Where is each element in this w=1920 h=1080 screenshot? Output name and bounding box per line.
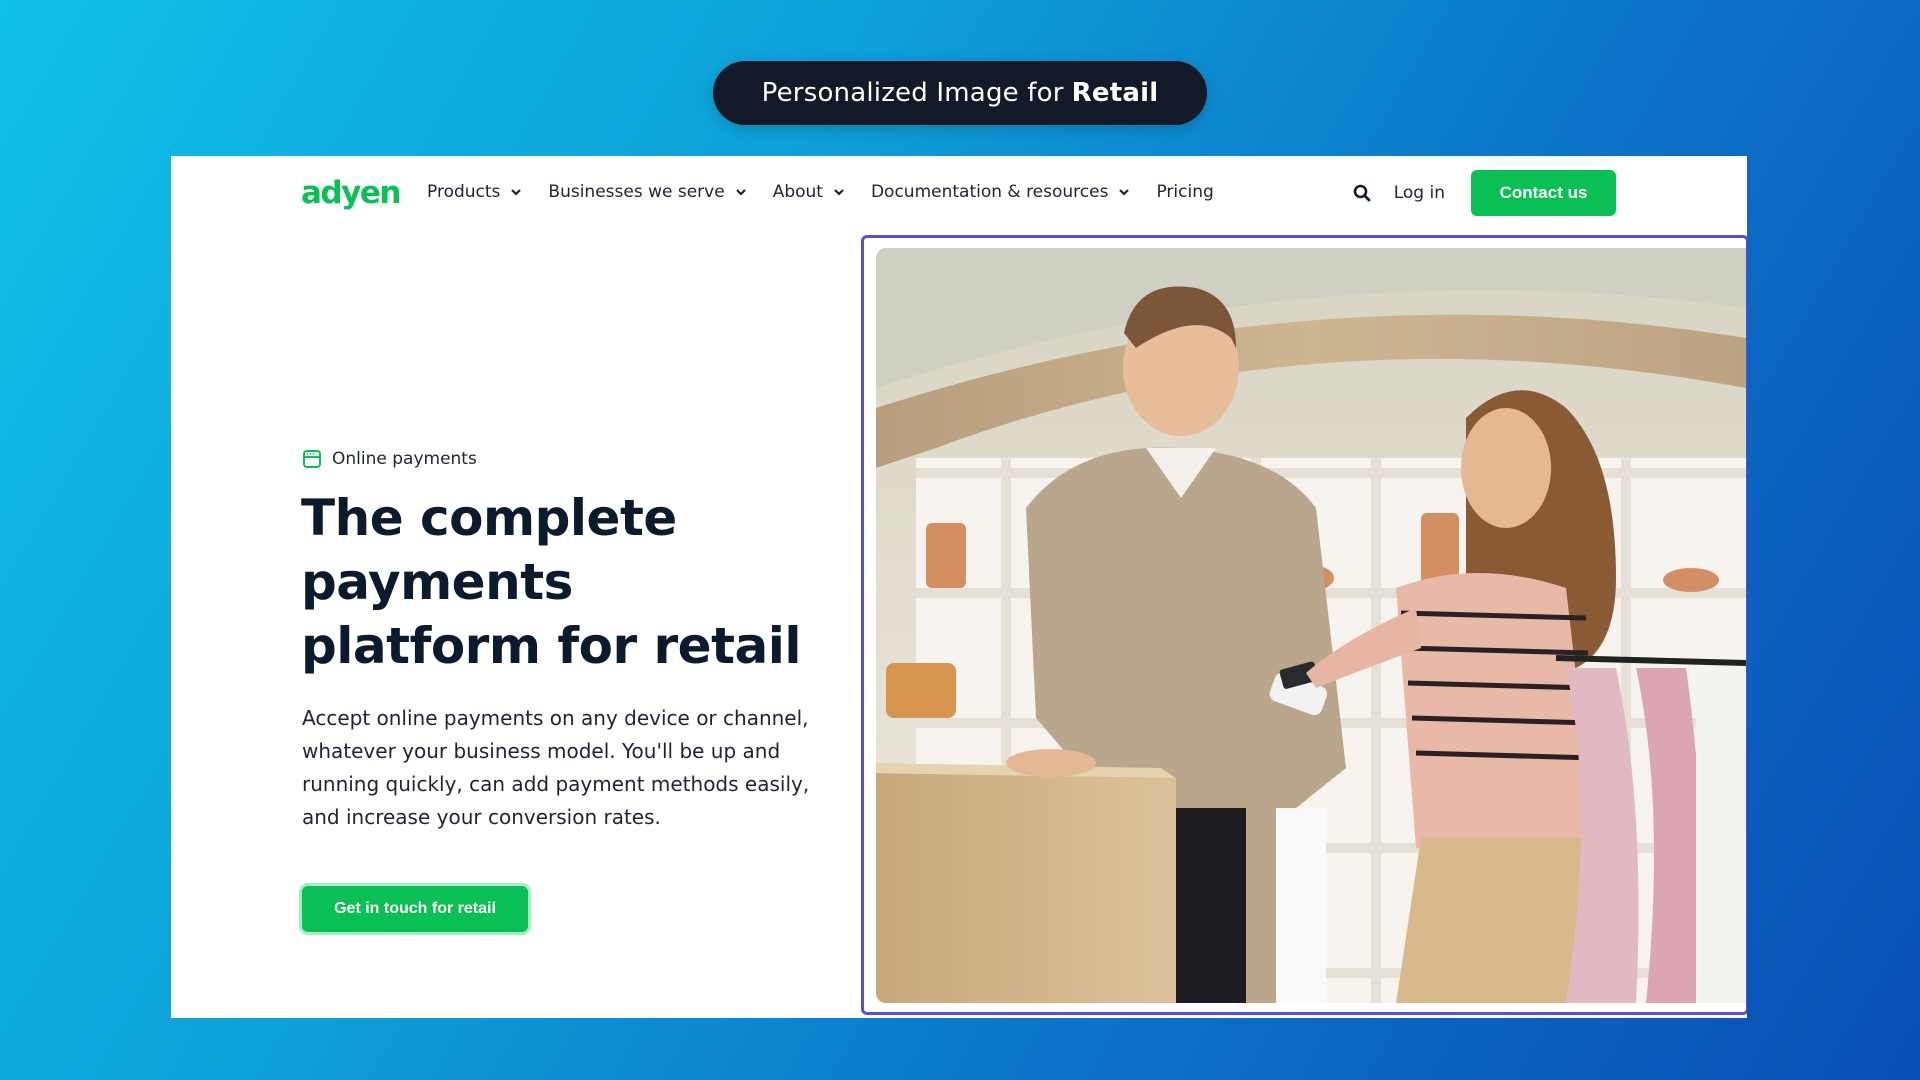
- nav-item-label: About: [772, 182, 823, 202]
- contact-us-button[interactable]: Contact us: [1471, 170, 1616, 216]
- nav-item-pricing[interactable]: Pricing: [1156, 182, 1213, 202]
- hero-image-frame: [861, 235, 1747, 1015]
- nav-item-businesses[interactable]: Businesses we serve: [548, 182, 746, 202]
- search-icon[interactable]: [1352, 183, 1372, 203]
- chevron-down-icon: [1119, 189, 1130, 196]
- nav-item-documentation[interactable]: Documentation & resources: [871, 182, 1131, 202]
- product-tag: Online payments: [302, 449, 477, 469]
- website-preview: adyen Products Businesses we serve About…: [171, 156, 1747, 1018]
- browser-window-icon: [303, 450, 321, 468]
- hero-description: Accept online payments on any device or …: [302, 706, 810, 829]
- nav-menu: Products Businesses we serve About Docum…: [427, 182, 1240, 202]
- adyen-logo[interactable]: adyen: [301, 176, 401, 212]
- get-in-touch-button[interactable]: Get in touch for retail: [302, 886, 528, 932]
- nav-item-label: Pricing: [1156, 182, 1214, 202]
- shopping-bag: [1276, 808, 1326, 1003]
- personalization-banner: Personalized Image for Retail: [713, 61, 1207, 125]
- chevron-down-icon: [511, 189, 522, 196]
- nav-item-label: Documentation & resources: [870, 182, 1109, 202]
- banner-highlight: Retail: [1071, 78, 1159, 108]
- tag-label: Online payments: [332, 449, 477, 469]
- hero-headline: The complete payments platform for retai…: [301, 489, 802, 675]
- nav-item-label: Businesses we serve: [548, 182, 725, 202]
- nav-actions: Log in Contact us: [1352, 170, 1616, 216]
- chevron-down-icon: [834, 189, 844, 196]
- nav-item-products[interactable]: Products: [427, 182, 522, 202]
- chevron-down-icon: [735, 189, 746, 196]
- top-navigation: adyen Products Businesses we serve About…: [171, 156, 1747, 236]
- nav-item-about[interactable]: About: [773, 182, 845, 202]
- login-link[interactable]: Log in: [1394, 183, 1445, 203]
- retail-scene-illustration: [876, 248, 1746, 1003]
- logo-text: adyen: [301, 176, 400, 211]
- hero-image: [876, 248, 1746, 1003]
- banner-prefix: Personalized Image for: [761, 78, 1064, 108]
- counter: [876, 749, 1176, 1003]
- nav-item-label: Products: [427, 182, 501, 202]
